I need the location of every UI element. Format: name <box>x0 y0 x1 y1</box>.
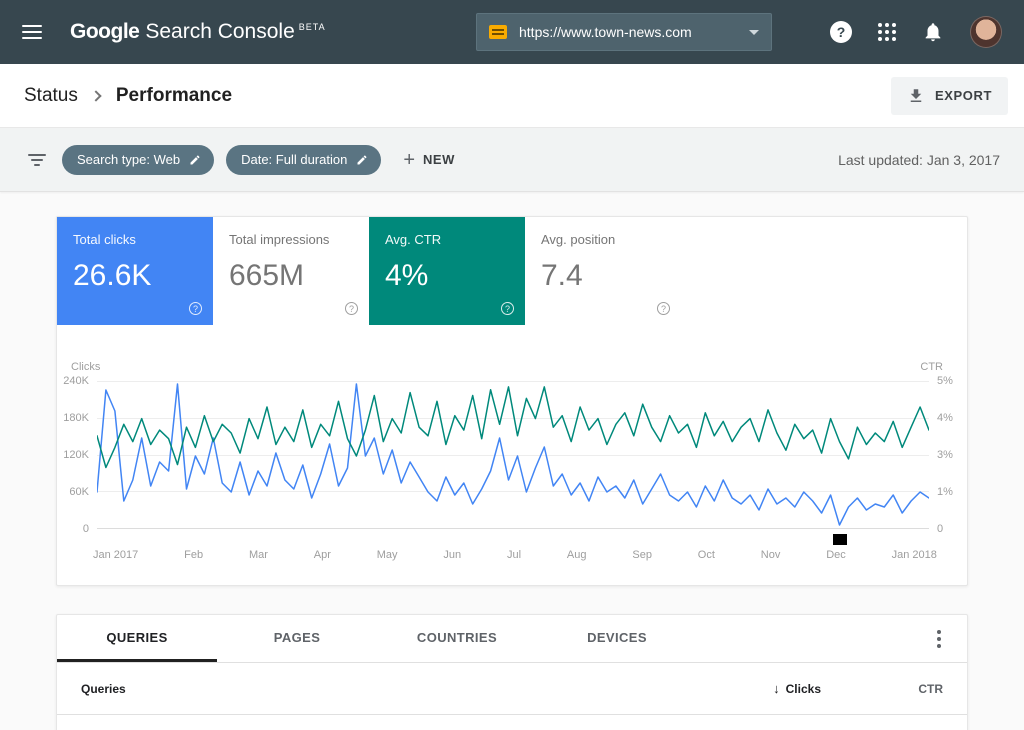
chip-label: Search type: Web <box>77 152 180 167</box>
metric-avg-position[interactable]: Avg. position 7.4 ? <box>525 217 681 325</box>
axis-tick: 120K <box>63 449 89 461</box>
chevron-right-icon <box>90 90 101 101</box>
axis-tick: 5% <box>937 375 953 387</box>
time-series-chart: Clicks CTR 240K 180K 120K 60K 0 5% 4% 3% <box>57 325 967 585</box>
plus-icon: + <box>403 150 415 170</box>
metric-help-icon[interactable]: ? <box>345 302 358 315</box>
table-tabs: QUERIES PAGES COUNTRIES DEVICES <box>57 615 967 663</box>
x-tick: Aug <box>567 549 587 561</box>
download-icon <box>907 87 925 105</box>
metric-label: Total impressions <box>229 232 353 247</box>
metric-help-icon[interactable]: ? <box>657 302 670 315</box>
tab-devices[interactable]: DEVICES <box>537 615 697 662</box>
chip-label: Date: Full duration <box>241 152 347 167</box>
x-tick: Sep <box>632 549 652 561</box>
x-tick: Mar <box>249 549 268 561</box>
more-options-icon[interactable] <box>931 624 947 654</box>
axis-tick: 1% <box>937 486 953 498</box>
breadcrumb-status-link[interactable]: Status <box>24 85 78 107</box>
metric-value: 665M <box>229 259 353 293</box>
x-tick: Jan 2018 <box>892 549 937 561</box>
app-logo[interactable]: Google Search Console BETA <box>70 20 326 44</box>
cursor-artifact <box>833 534 847 545</box>
tab-queries[interactable]: QUERIES <box>57 615 217 662</box>
column-header-clicks[interactable]: ↓ Clicks <box>773 681 821 696</box>
axis-tick: 180K <box>63 412 89 424</box>
x-tick: May <box>377 549 398 561</box>
tab-pages[interactable]: PAGES <box>217 615 377 662</box>
property-url: https://www.town-news.com <box>519 24 741 40</box>
metric-tiles: Total clicks 26.6K ? Total impressions 6… <box>57 217 967 325</box>
property-icon <box>489 25 507 39</box>
main-content: Total clicks 26.6K ? Total impressions 6… <box>0 192 1024 730</box>
filter-chip-search-type[interactable]: Search type: Web <box>62 145 214 175</box>
table-header-row: Queries ↓ Clicks CTR <box>57 663 967 715</box>
metric-value: 26.6K <box>73 259 197 293</box>
beta-badge: BETA <box>299 22 326 32</box>
export-button[interactable]: EXPORT <box>891 77 1008 115</box>
apps-grid-icon[interactable] <box>878 23 896 41</box>
menu-icon[interactable] <box>22 25 42 39</box>
edit-pencil-icon[interactable] <box>189 154 201 166</box>
x-tick: Nov <box>761 549 781 561</box>
right-axis-ticks: 5% 4% 3% 1% 0 <box>929 381 967 529</box>
queries-table-card: QUERIES PAGES COUNTRIES DEVICES Queries … <box>56 614 968 730</box>
left-axis-title: Clicks <box>71 361 100 373</box>
left-axis-ticks: 240K 180K 120K 60K 0 <box>57 381 97 529</box>
x-tick: Apr <box>314 549 331 561</box>
metric-total-impressions[interactable]: Total impressions 665M ? <box>213 217 369 325</box>
metric-total-clicks[interactable]: Total clicks 26.6K ? <box>57 217 213 325</box>
export-label: EXPORT <box>935 88 992 103</box>
chevron-down-icon <box>749 30 759 35</box>
axis-tick: 4% <box>937 412 953 424</box>
x-tick: Dec <box>826 549 846 561</box>
metric-help-icon[interactable]: ? <box>501 302 514 315</box>
metric-label: Avg. position <box>541 232 665 247</box>
edit-pencil-icon[interactable] <box>356 154 368 166</box>
axis-tick: 0 <box>937 523 943 535</box>
metric-avg-ctr[interactable]: Avg. CTR 4% ? <box>369 217 525 325</box>
performance-chart-card: Total clicks 26.6K ? Total impressions 6… <box>56 216 968 586</box>
metric-label: Total clicks <box>73 232 197 247</box>
right-axis-title: CTR <box>920 361 943 373</box>
x-tick: Jul <box>507 549 521 561</box>
filter-bar: Search type: Web Date: Full duration + N… <box>0 128 1024 192</box>
logo-product: Search Console <box>145 20 294 43</box>
avatar[interactable] <box>970 16 1002 48</box>
new-label: NEW <box>423 152 455 167</box>
x-tick: Oct <box>698 549 715 561</box>
metric-value: 4% <box>385 259 509 293</box>
metric-help-icon[interactable]: ? <box>189 302 202 315</box>
sort-down-icon: ↓ <box>773 681 780 696</box>
x-tick: Jan 2017 <box>93 549 138 561</box>
axis-tick: 3% <box>937 449 953 461</box>
top-app-bar: Google Search Console BETA https://www.tow… <box>0 0 1024 64</box>
column-header-ctr[interactable]: CTR <box>821 682 943 696</box>
breadcrumb-bar: Status Performance EXPORT <box>0 64 1024 128</box>
axis-tick: 0 <box>83 523 89 535</box>
axis-tick: 240K <box>63 375 89 387</box>
page-title: Performance <box>116 85 232 107</box>
filter-icon[interactable] <box>28 154 46 166</box>
x-axis-labels: Jan 2017 Feb Mar Apr May Jun Jul Aug Sep… <box>93 549 937 561</box>
tab-countries[interactable]: COUNTRIES <box>377 615 537 662</box>
chart-plot-area[interactable] <box>97 381 929 529</box>
help-icon[interactable]: ? <box>830 21 852 43</box>
new-filter-button[interactable]: + NEW <box>403 150 455 170</box>
filter-chip-date[interactable]: Date: Full duration <box>226 145 381 175</box>
x-tick: Feb <box>184 549 203 561</box>
property-selector[interactable]: https://www.town-news.com <box>476 13 772 51</box>
axis-tick: 60K <box>69 486 89 498</box>
logo-google: Google <box>70 20 139 43</box>
x-tick: Jun <box>443 549 461 561</box>
metric-value: 7.4 <box>541 259 665 293</box>
column-header-queries: Queries <box>81 682 126 696</box>
last-updated-text: Last updated: Jan 3, 2017 <box>838 152 1000 168</box>
metric-label: Avg. CTR <box>385 232 509 247</box>
notifications-bell-icon[interactable] <box>922 21 944 43</box>
